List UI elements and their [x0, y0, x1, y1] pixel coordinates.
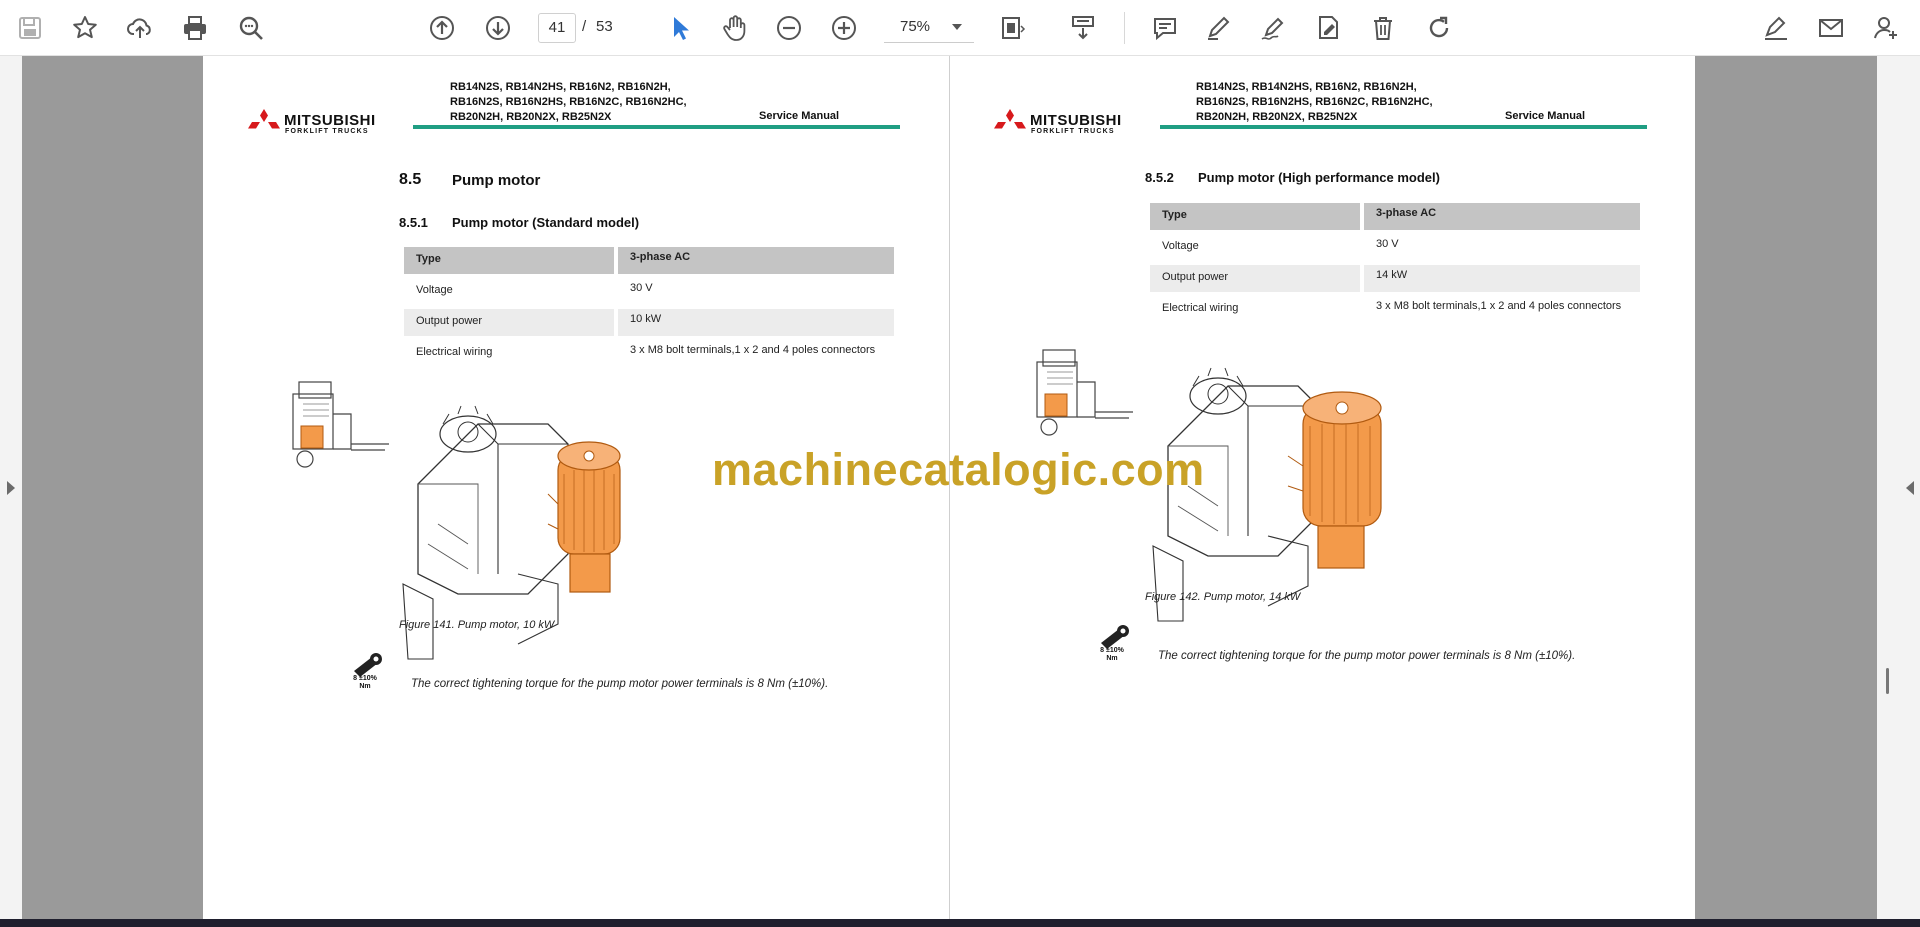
- scroll-mode-icon[interactable]: [1065, 10, 1101, 46]
- spec-key: Type: [1150, 203, 1360, 230]
- model-line: RB20N2H, RB20N2X, RB25N2X: [1196, 111, 1358, 123]
- taskbar-strip: [0, 919, 1920, 927]
- expand-right-panel-icon[interactable]: [1906, 481, 1914, 495]
- model-line: RB14N2S, RB14N2HS, RB16N2, RB16N2H,: [1196, 81, 1417, 93]
- save-icon[interactable]: [12, 10, 48, 46]
- torque-wrench-icon: [1101, 625, 1129, 649]
- mitsubishi-diamonds-icon: [994, 109, 1026, 129]
- model-list: RB14N2S, RB14N2HS, RB16N2, RB16N2H, RB16…: [450, 80, 780, 125]
- trash-icon[interactable]: [1365, 10, 1401, 46]
- spec-key: Electrical wiring: [416, 346, 493, 358]
- section-title: Pump motor: [452, 172, 541, 189]
- figure-caption: Figure 141. Pump motor, 10 kW: [399, 619, 555, 631]
- subsection-title: Pump motor (Standard model): [452, 215, 640, 230]
- spec-key: Electrical wiring: [1162, 302, 1239, 314]
- fit-page-icon[interactable]: [995, 10, 1031, 46]
- sign-pen-icon[interactable]: [1255, 10, 1291, 46]
- subsection-title: Pump motor (High performance model): [1198, 170, 1440, 185]
- zoom-out-icon[interactable]: [771, 10, 807, 46]
- fill-sign-icon[interactable]: [1758, 10, 1794, 46]
- torque-value: 8 ±10%: [353, 675, 377, 682]
- logo-subtitle: FORKLIFT TRUCKS: [1031, 128, 1115, 135]
- spec-value: 10 kW: [618, 309, 894, 336]
- page-up-icon[interactable]: [424, 10, 460, 46]
- spec-value: 30 V: [1376, 238, 1399, 250]
- table-row: Output power 10 kW: [404, 309, 894, 340]
- model-line: RB20N2H, RB20N2X, RB25N2X: [450, 111, 612, 123]
- highlight-pen-icon[interactable]: [1200, 10, 1236, 46]
- spec-value: 3-phase AC: [618, 247, 894, 274]
- page-number-input[interactable]: 41: [538, 13, 576, 43]
- spec-key: Voltage: [1162, 240, 1199, 252]
- toolbar-divider: [1124, 12, 1125, 44]
- logo-subtitle: FORKLIFT TRUCKS: [285, 128, 369, 135]
- page-total: 53: [596, 18, 613, 35]
- forklift-thumbnail-image: [1036, 349, 1133, 436]
- email-icon[interactable]: [1813, 10, 1849, 46]
- manual-label: Service Manual: [1505, 110, 1586, 122]
- table-row: Type 3-phase AC: [1150, 203, 1640, 234]
- section-number: 8.5: [399, 171, 422, 188]
- figure-caption: Figure 142. Pump motor, 14 kW: [1145, 591, 1301, 603]
- print-icon[interactable]: [177, 10, 213, 46]
- table-row: Electrical wiring 3 x M8 bolt terminals,…: [404, 340, 894, 371]
- mitsubishi-diamonds-icon: [248, 109, 280, 129]
- torque-unit: Nm: [1106, 655, 1118, 662]
- manual-label: Service Manual: [759, 110, 840, 122]
- select-arrow-icon[interactable]: [662, 10, 698, 46]
- header-rule: [1160, 125, 1647, 130]
- table-row: Type 3-phase AC: [404, 247, 894, 278]
- subsection-number: 8.5.2: [1145, 170, 1174, 185]
- spec-key: Output power: [404, 309, 614, 336]
- spec-value: 14 kW: [1364, 265, 1640, 292]
- model-line: RB14N2S, RB14N2HS, RB16N2, RB16N2H,: [450, 81, 671, 93]
- torque-wrench-icon: [354, 653, 382, 677]
- table-row: Output power 14 kW: [1150, 265, 1640, 296]
- upload-cloud-icon[interactable]: [122, 10, 158, 46]
- forklift-thumbnail-image: [292, 381, 389, 468]
- zoom-search-icon[interactable]: [233, 10, 269, 46]
- spec-key: Output power: [1150, 265, 1360, 292]
- toolbar: 41 / 53 75%: [0, 0, 1920, 56]
- model-line: RB16N2S, RB16N2HS, RB16N2C, RB16N2HC,: [1196, 96, 1433, 108]
- page-separator: /: [582, 18, 587, 35]
- mitsubishi-logo: MITSUBISHI FORKLIFT TRUCKS: [248, 106, 408, 136]
- torque-note: The correct tightening torque for the pu…: [411, 678, 829, 690]
- table-row: Electrical wiring 3 x M8 bolt terminals,…: [1150, 296, 1640, 327]
- expand-left-panel-icon[interactable]: [7, 481, 15, 495]
- model-line: RB16N2S, RB16N2HS, RB16N2C, RB16N2HC,: [450, 96, 687, 108]
- torque-value: 8 ±10%: [1100, 647, 1124, 654]
- scrollbar-thumb[interactable]: [1886, 668, 1889, 694]
- torque-unit: Nm: [359, 683, 371, 690]
- model-list: RB14N2S, RB14N2HS, RB16N2, RB16N2H, RB16…: [1196, 80, 1526, 125]
- mitsubishi-logo: MITSUBISHI FORKLIFT TRUCKS: [994, 106, 1154, 136]
- comment-icon[interactable]: [1147, 10, 1183, 46]
- page-down-icon[interactable]: [480, 10, 516, 46]
- spec-key: Voltage: [416, 284, 453, 296]
- spec-value: 3-phase AC: [1364, 203, 1640, 230]
- zoom-in-icon[interactable]: [826, 10, 862, 46]
- logo-wordmark: MITSUBISHI: [284, 112, 376, 129]
- spec-value: 3 x M8 bolt terminals,1 x 2 and 4 poles …: [1376, 300, 1622, 312]
- rotate-icon[interactable]: [1421, 10, 1457, 46]
- spec-value: 3 x M8 bolt terminals,1 x 2 and 4 poles …: [630, 344, 876, 356]
- account-icon[interactable]: [1868, 10, 1904, 46]
- spec-key: Type: [404, 247, 614, 274]
- spec-table: Type 3-phase AC Voltage 30 V Output powe…: [404, 247, 894, 371]
- table-row: Voltage 30 V: [1150, 234, 1640, 265]
- table-row: Voltage 30 V: [404, 278, 894, 309]
- subsection-number: 8.5.1: [399, 215, 428, 230]
- torque-spec-label: 8 ±10% Nm: [345, 675, 385, 691]
- bookmark-star-icon[interactable]: [67, 10, 103, 46]
- chevron-down-icon[interactable]: [952, 24, 962, 30]
- logo-wordmark: MITSUBISHI: [1030, 112, 1122, 129]
- hand-pan-icon[interactable]: [717, 10, 753, 46]
- header-rule: [413, 125, 900, 130]
- spec-table: Type 3-phase AC Voltage 30 V Output powe…: [1150, 203, 1640, 327]
- watermark-text: machinecatalogic.com: [712, 444, 1205, 495]
- torque-note: The correct tightening torque for the pu…: [1158, 650, 1576, 662]
- torque-spec-label: 8 ±10% Nm: [1092, 647, 1132, 663]
- edit-export-icon[interactable]: [1310, 10, 1346, 46]
- spec-value: 30 V: [630, 282, 653, 294]
